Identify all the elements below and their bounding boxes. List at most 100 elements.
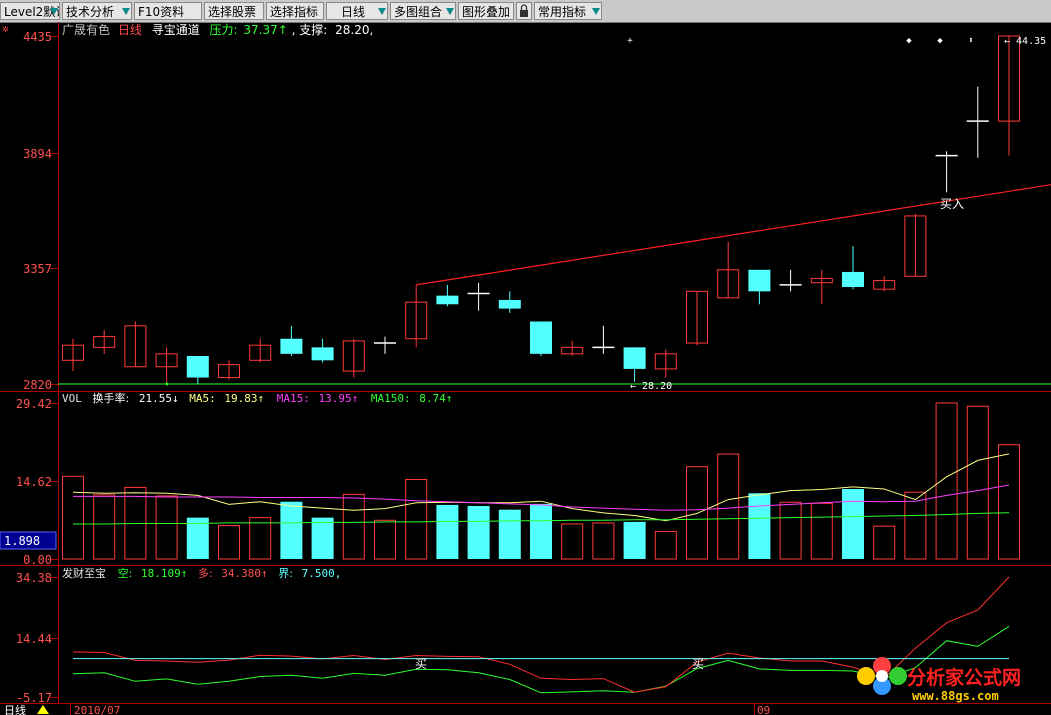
low-marker-icon [165,382,169,386]
candle-body [249,344,272,361]
select-stock-label: 选择股票 [208,5,257,19]
crosshair-value-box [0,531,57,550]
ind-buy-mark: 买 [692,657,704,671]
select-stock-button[interactable]: 选择股票 [204,2,264,20]
volume-bar [155,495,178,560]
tech-analysis-label: 技术分析 [66,5,115,19]
pressure-line [416,184,1051,286]
high-price-label: ← 44.35 [1004,36,1046,47]
vol-metric-label: 换手率: [93,391,130,405]
vol-y-label: 29.42 [16,397,52,411]
select-indicator-label: 选择指标 [270,5,319,19]
candle-body [405,301,428,340]
candle-body [155,353,178,368]
volume-bar [374,519,396,560]
main-chart-header: 广晟有色 日线 寻宝通道 压力: 37.37↑ , 支撑: 28.20, [62,22,373,37]
level2-default-menu[interactable]: Level2默认 [0,2,60,20]
volume-bar [62,475,84,560]
buy-signal-label: 买入 [940,197,964,211]
signal-marker-icon: ◆ [906,36,912,46]
volume-bar [342,493,365,560]
volume-bar [218,525,240,560]
candle-body [842,271,864,288]
main-y-axis: 4435 3894 3357 2820 [23,30,52,392]
common-indicator-label: 常用指标 [538,5,587,19]
bottom-bar: 日线 2010/07 09 [0,703,1051,715]
volume-bar [498,509,521,559]
vol-y-axis: 29.42 14.62 0.00 [16,397,52,567]
candle-body [311,347,334,361]
dropdown-arrow-icon [592,8,600,15]
main-y-label: 3894 [23,147,52,161]
indicator-line-kong [72,625,1010,694]
overlay-label: 图形叠加 [462,5,511,19]
ma5-label: MA5: [189,392,216,405]
volume-ma-line-ma150 [73,512,1010,525]
candle-body [561,346,584,355]
pressure-value: 37.37↑ [243,23,287,37]
indicator-line-duo [72,576,1010,693]
flower-logo-icon [857,657,907,695]
support-label: , 支撑: [292,22,328,37]
volume-bar [935,402,958,560]
volume-bar [311,517,334,559]
volume-bar [530,503,552,559]
common-indicator-menu[interactable]: 常用指标 [534,2,602,20]
select-indicator-button[interactable]: 选择指标 [266,2,324,20]
candle-body [717,269,740,299]
ma5-value: 19.83↑ [224,392,264,405]
vol-y-label: 14.62 [16,475,52,489]
volume-bar [561,523,584,560]
f10-info-button[interactable]: F10资料 [134,2,202,20]
settings-icon[interactable]: ✲ [2,22,9,35]
duo-value: 34.380↑ [221,567,267,580]
volume-bar [592,522,615,560]
volume-bar [842,489,864,559]
ind-buy-mark: 买 [415,657,427,671]
lock-button[interactable] [516,2,532,20]
volume-ma-line-ma15 [73,484,1010,511]
multi-chart-menu[interactable]: 多图组合 [390,2,456,20]
period-label: 日线 [341,5,366,19]
signal-marker-icon: + [627,36,633,46]
volume-bar [405,478,428,560]
candle-body [342,340,365,372]
pressure-label: 压力: [210,23,238,37]
candle-body [748,269,771,292]
period-menu[interactable]: 日线 [326,2,388,20]
period-name: 日线 [118,23,142,37]
volume-bar [748,493,771,559]
dropdown-arrow-icon [122,8,130,15]
volume-bar [654,530,677,560]
vol-y-label: 0.00 [23,553,52,567]
tech-analysis-menu[interactable]: 技术分析 [62,2,132,20]
candle-body [280,338,303,354]
vol-metric-value: 21.55↓ [139,392,179,405]
overlay-menu[interactable]: 图形叠加 [458,2,514,20]
candle-body [530,321,552,354]
ma15-value: 13.95↑ [318,392,358,405]
candle-body [186,355,209,378]
candle-body [62,344,84,361]
main-y-label: 3357 [23,262,52,276]
kong-value: 18.109↑ [141,567,187,580]
candle-body [124,325,147,368]
candle-body [623,347,646,369]
jie-value: 7.500, [302,567,342,580]
ind-y-axis: 34.38 14.44 -5.17 [16,571,52,705]
volume-bar [779,501,802,560]
lock-icon [520,4,528,17]
period-up-icon[interactable] [37,705,49,714]
volume-bar [966,405,989,560]
ma150-label: MA150: [371,392,411,405]
watermark-url: www.88gs.com [912,689,999,703]
candle-body [498,299,521,309]
volume-bar [998,444,1020,560]
volume-bar [467,505,490,559]
ind-y-label: 14.44 [16,632,52,646]
candle-body [218,364,240,379]
watermark-brand: 分析家公式网 [907,666,1021,689]
bottom-period[interactable]: 日线 [4,703,26,715]
multi-chart-label: 多图组合 [394,5,443,19]
date-start: 2010/07 [74,704,120,715]
